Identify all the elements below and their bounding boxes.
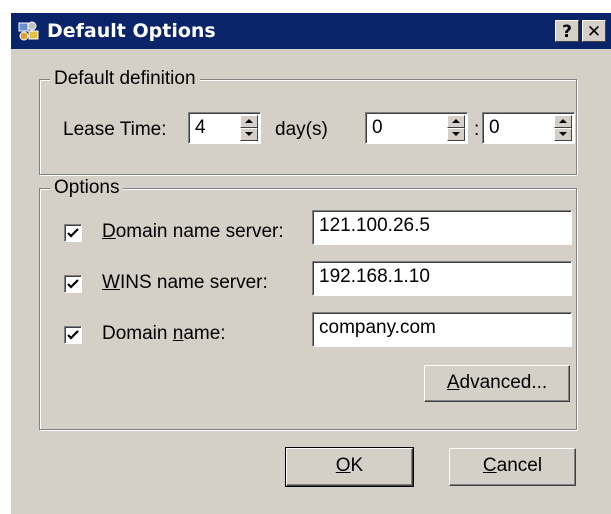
checkmark-icon (67, 330, 79, 340)
spin-down-icon[interactable] (447, 128, 465, 141)
advanced-button[interactable]: Advanced... (424, 365, 570, 402)
title-bar: Default Options ? ✕ (11, 13, 611, 49)
spin-up-icon[interactable] (447, 115, 465, 128)
spin-down-icon[interactable] (554, 128, 572, 141)
close-button[interactable]: ✕ (582, 20, 606, 42)
lease-days-spin-buttons (240, 115, 258, 141)
lease-minutes-value[interactable]: 0 (489, 117, 500, 139)
checkmark-icon (67, 228, 79, 238)
lease-hours-value[interactable]: 0 (372, 117, 383, 139)
lease-time-label: Lease Time: (63, 119, 167, 140)
dns-checkbox[interactable] (64, 224, 82, 242)
domain-name-checkbox[interactable] (64, 326, 82, 344)
ok-button[interactable]: OK (285, 447, 414, 487)
spin-down-icon[interactable] (240, 128, 258, 141)
spin-up-icon[interactable] (240, 115, 258, 128)
dns-input[interactable]: 121.100.26.5 (312, 210, 572, 245)
window-title: Default Options (47, 20, 216, 42)
wins-label: WINS name server: (102, 272, 268, 293)
help-button[interactable]: ? (555, 20, 579, 42)
dns-label: Domain name server: (102, 221, 284, 242)
lease-minutes-spinner[interactable]: 0 (482, 112, 575, 144)
time-separator: : (474, 119, 480, 140)
wins-input[interactable]: 192.168.1.10 (312, 261, 572, 296)
checkmark-icon (67, 279, 79, 289)
days-unit-label: day(s) (275, 119, 328, 140)
domain-name-input[interactable]: company.com (312, 312, 572, 347)
options-legend: Options (50, 177, 124, 199)
lease-days-spinner[interactable]: 4 (188, 112, 261, 144)
cancel-button[interactable]: Cancel (449, 448, 576, 486)
lease-hours-spinner[interactable]: 0 (365, 112, 468, 144)
lease-hours-spin-buttons (447, 115, 465, 141)
default-options-dialog: Default Options ? ✕ Default definition L… (11, 13, 611, 514)
lease-minutes-spin-buttons (554, 115, 572, 141)
default-definition-legend: Default definition (50, 68, 200, 90)
wins-checkbox[interactable] (64, 275, 82, 293)
lease-days-value[interactable]: 4 (195, 117, 206, 139)
network-options-icon (18, 21, 39, 41)
domain-name-label: Domain name: (102, 323, 226, 344)
spin-up-icon[interactable] (554, 115, 572, 128)
